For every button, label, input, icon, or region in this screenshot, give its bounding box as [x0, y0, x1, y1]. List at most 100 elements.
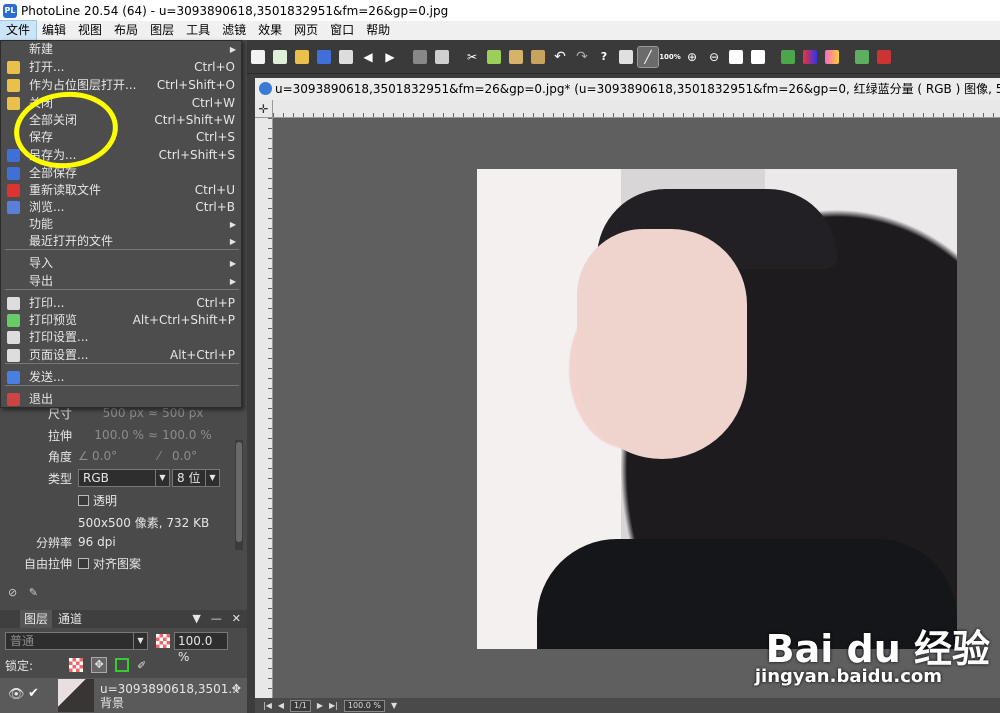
previous-button[interactable]: ◀ — [358, 47, 378, 67]
last-page-icon[interactable]: ▶| — [329, 701, 338, 710]
menu-view[interactable]: 视图 — [72, 21, 108, 40]
vertical-ruler[interactable] — [255, 118, 273, 698]
file-menu-item[interactable]: 打印... Ctrl+P — [1, 295, 241, 312]
crop-button[interactable] — [852, 47, 872, 67]
fit-window-button[interactable] — [726, 47, 746, 67]
file-menu-item[interactable]: 全部保存 — [1, 165, 241, 182]
size-height[interactable]: 500 px — [162, 406, 203, 420]
menu-layer[interactable]: 图层 — [144, 21, 180, 40]
layer-move-icon[interactable]: ✥ — [232, 682, 241, 695]
file-menu-item[interactable]: 导出 ▶ — [1, 273, 241, 290]
new-text-button[interactable] — [270, 47, 290, 67]
curves-button[interactable] — [822, 47, 842, 67]
page-indicator[interactable]: 1/1 — [290, 699, 311, 712]
menu-window[interactable]: 窗口 — [324, 21, 360, 40]
align-pattern-checkbox[interactable] — [78, 557, 89, 569]
undo-button[interactable]: ↶ — [550, 47, 570, 67]
lock-transparency-icon[interactable] — [69, 658, 84, 672]
close-icon[interactable]: ✕ — [232, 612, 241, 625]
scrollbar-thumb[interactable] — [236, 442, 242, 542]
panel-menu-icon[interactable]: ▼ — [192, 612, 200, 625]
tab-layers[interactable]: 图层 — [20, 610, 53, 628]
scan-button[interactable] — [410, 47, 430, 67]
image-canvas[interactable] — [477, 169, 957, 649]
menu-help[interactable]: 帮助 — [360, 21, 396, 40]
paste-special-button[interactable] — [528, 47, 548, 67]
align-pattern-label: 对齐图案 — [93, 556, 142, 571]
redo-button[interactable]: ↷ — [572, 47, 592, 67]
zoom-dropdown-icon[interactable]: ▼ — [391, 701, 397, 710]
menu-file[interactable]: 文件 — [0, 20, 38, 41]
minimize-icon[interactable]: — — [211, 612, 222, 625]
menu-tools[interactable]: 工具 — [180, 21, 216, 40]
tab-channels[interactable]: 通道 — [54, 610, 86, 628]
file-menu-item[interactable]: 打印设置... — [1, 329, 241, 346]
file-menu-item[interactable]: 导入 ▶ — [1, 255, 241, 272]
menu-filter[interactable]: 滤镜 — [216, 21, 252, 40]
file-menu-item[interactable]: 重新读取文件 Ctrl+U — [1, 182, 241, 199]
stretch-width[interactable]: 100.0 % — [78, 428, 144, 442]
menu-item-shortcut: Ctrl+Shift+O — [156, 78, 235, 92]
bit-depth-select[interactable]: 8 位 ▼ — [172, 469, 220, 487]
trash-icon[interactable]: ⊘ — [8, 586, 17, 599]
prev-page-icon[interactable]: ◀ — [278, 701, 284, 710]
next-button[interactable]: ▶ — [380, 47, 400, 67]
menu-edit[interactable]: 编辑 — [36, 21, 72, 40]
size-width[interactable]: 500 px — [78, 406, 144, 420]
full-screen-button[interactable] — [748, 47, 768, 67]
web-export-button[interactable] — [874, 47, 894, 67]
menu-layout[interactable]: 布局 — [108, 21, 144, 40]
ruler-origin[interactable]: ✛ — [255, 100, 273, 118]
lock-move-icon[interactable]: ✥ — [91, 657, 108, 673]
file-menu-item[interactable]: 发送... — [1, 369, 241, 386]
ruler-toggle-button[interactable]: ╱ — [637, 45, 659, 68]
color-type-select[interactable]: RGB ▼ — [78, 469, 170, 487]
lock-size-icon[interactable] — [115, 658, 130, 672]
zoom-field[interactable]: 100.0 % — [343, 699, 385, 712]
resolution-value[interactable]: 96 dpi — [78, 535, 116, 549]
zoom-out-button[interactable]: ⊖ — [704, 47, 724, 67]
stretch-height[interactable]: 100.0 % — [162, 428, 212, 442]
zoom-in-button[interactable]: ⊕ — [682, 47, 702, 67]
copy-button[interactable] — [484, 47, 504, 67]
properties-scrollbar[interactable] — [235, 440, 243, 550]
checkmark-icon[interactable]: ✔ — [28, 686, 39, 701]
menu-effects[interactable]: 效果 — [252, 21, 288, 40]
new-document-button[interactable] — [248, 47, 268, 67]
levels-button[interactable] — [800, 47, 820, 67]
export-button[interactable] — [336, 47, 356, 67]
file-menu-item[interactable]: 最近打开的文件 ▶ — [1, 233, 241, 250]
zoom-100-button[interactable]: 100% — [659, 47, 681, 67]
blend-mode-select[interactable]: 普通 ▼ — [5, 632, 148, 650]
eye-icon[interactable]: 👁 — [8, 687, 25, 702]
file-menu-item[interactable]: 退出 — [1, 391, 241, 408]
transparent-checkbox[interactable] — [78, 494, 89, 506]
menu-item-label: 最近打开的文件 — [29, 234, 114, 248]
angle-value-1[interactable]: 0.0° — [92, 449, 158, 463]
file-menu-item[interactable]: 功能 ▶ — [1, 216, 241, 233]
lock-paint-icon[interactable]: ✐ — [137, 659, 146, 672]
file-menu-item[interactable]: 打开... Ctrl+O — [1, 59, 241, 76]
opacity-input[interactable]: 100.0 % — [174, 632, 228, 664]
brush-icon[interactable]: ✎ — [29, 586, 38, 599]
cut-button[interactable]: ✂ — [462, 47, 482, 67]
open-button[interactable] — [292, 47, 312, 67]
horizontal-ruler[interactable] — [273, 100, 1000, 118]
first-page-icon[interactable]: |◀ — [263, 701, 272, 710]
next-page-icon[interactable]: ▶ — [317, 701, 323, 710]
menu-web[interactable]: 网页 — [288, 21, 324, 40]
file-menu-item[interactable]: 浏览... Ctrl+B — [1, 199, 241, 216]
file-menu-item[interactable]: 打印预览 Alt+Ctrl+Shift+P — [1, 312, 241, 329]
select-all-button[interactable] — [616, 47, 636, 67]
paste-button[interactable] — [506, 47, 526, 67]
angle-value-2[interactable]: 0.0° — [172, 449, 197, 463]
print-button[interactable] — [432, 47, 452, 67]
help-context-button[interactable]: ? — [594, 47, 614, 67]
layer-row-background[interactable]: 👁 ✔ u=3093890618,3501... 背景 ✥ — [0, 678, 247, 713]
file-menu-item[interactable]: 新建 ▶ — [1, 41, 241, 58]
menu-item-shortcut: Ctrl+U — [194, 183, 235, 197]
file-menu-item[interactable]: 页面设置... Alt+Ctrl+P — [1, 347, 241, 364]
color-pick-button[interactable] — [778, 47, 798, 67]
file-menu-item[interactable]: 作为占位图层打开... Ctrl+Shift+O — [1, 77, 241, 94]
save-button[interactable] — [314, 47, 334, 67]
